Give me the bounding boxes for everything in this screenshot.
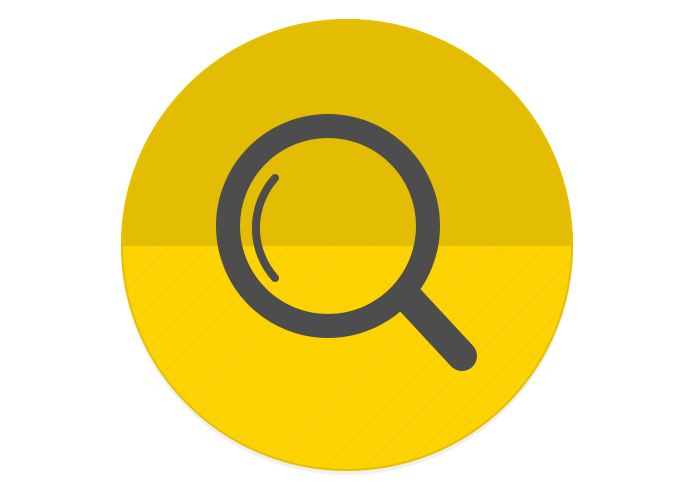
- icon-canvas: [0, 0, 695, 494]
- icon-texture: [121, 19, 573, 471]
- search-app-icon[interactable]: [0, 0, 695, 494]
- icon-circle: [121, 19, 573, 471]
